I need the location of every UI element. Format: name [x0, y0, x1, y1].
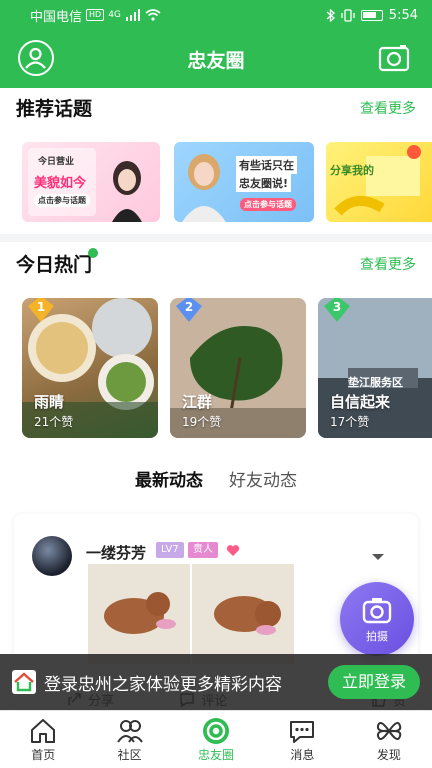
hot-card-3-likes: 17个赞: [330, 415, 370, 429]
app-header: 忠友圈: [0, 30, 432, 88]
signal-label: 4G: [108, 10, 121, 20]
recommended-more-link[interactable]: 查看更多: [360, 98, 416, 118]
recommended-title: 推荐话题: [16, 98, 93, 120]
post-menu-chevron-icon[interactable]: [372, 554, 384, 560]
app-logo-icon: [12, 670, 36, 694]
banner-2-line1: 有些话只在: [236, 156, 297, 174]
shoot-button[interactable]: 拍摄: [340, 582, 414, 656]
hot-card-2-likes: 19个赞: [182, 415, 222, 429]
level-badge: LV7: [156, 542, 184, 558]
community-icon: [116, 720, 143, 743]
home-icon: [31, 719, 56, 743]
banner-1-line1: 今日营业: [38, 157, 75, 167]
circle-icon: [203, 718, 230, 744]
nav-messages[interactable]: 消息: [259, 711, 345, 768]
camera-icon[interactable]: [378, 44, 410, 72]
hot-card-2-name: 江群: [182, 393, 213, 411]
hot-card-2[interactable]: 2 江群 19个赞: [170, 298, 306, 438]
hot-title: 今日热门: [16, 248, 99, 277]
rank-badge-2: 2: [176, 298, 202, 322]
post-username[interactable]: 一缕芬芳: [86, 542, 146, 563]
hot-card-3-name: 自信起来: [330, 393, 391, 411]
banner-1-line2: 美貌如今: [34, 176, 87, 191]
vibrate-icon: [341, 8, 355, 22]
topic-banner-1[interactable]: 今日营业 美貌如今 点击参与话题: [22, 142, 160, 222]
section-divider: [0, 234, 432, 242]
shoot-label: 拍摄: [366, 630, 388, 643]
tab-latest[interactable]: 最新动态: [135, 466, 203, 495]
hot-card-3[interactable]: 垫江服务区 3 自信起来 17个赞: [318, 298, 432, 438]
post-photo-2[interactable]: [192, 564, 294, 664]
nav-community[interactable]: 社区: [86, 711, 172, 768]
camera-icon: [362, 598, 392, 624]
wifi-icon: [145, 9, 161, 21]
nav-circle[interactable]: 忠友圈: [173, 711, 259, 768]
rank-badge-3: 3: [324, 298, 350, 322]
nav-home[interactable]: 首页: [0, 711, 86, 768]
signal-icon: [125, 9, 140, 21]
login-button[interactable]: 立即登录: [327, 665, 420, 699]
bottom-nav: 首页 社区 忠友圈 消息 发现: [0, 710, 432, 768]
login-banner: 登录忠州之家体验更多精彩内容 立即登录: [0, 654, 432, 710]
hot-more-link[interactable]: 查看更多: [360, 254, 416, 274]
banner-3-line1: 分享我的: [330, 164, 374, 177]
bluetooth-icon: [326, 8, 335, 22]
banner-1-cta: 点击参与话题: [34, 194, 90, 207]
discover-icon: [376, 721, 402, 741]
nav-discover[interactable]: 发现: [346, 711, 432, 768]
post-photo-1[interactable]: [88, 564, 190, 664]
page-title: 忠友圈: [187, 49, 245, 72]
login-prompt: 登录忠州之家体验更多精彩内容: [44, 674, 282, 695]
hd-badge: HD: [86, 9, 105, 21]
tag-badge: 贵人: [188, 542, 218, 558]
carrier-name: 中国电信: [30, 9, 83, 25]
topic-banner-3[interactable]: 分享我的: [326, 142, 432, 222]
rank-badge-1: 1: [28, 298, 54, 322]
hot-header: 今日热门 查看更多: [16, 248, 416, 277]
topic-banner-2[interactable]: 有些话只在 忠友圈说! 点击参与话题: [174, 142, 314, 222]
post-avatar[interactable]: [32, 536, 72, 576]
hot-card-3-sign: 垫江服务区: [348, 376, 403, 389]
banner-2-line2: 忠友圈说!: [236, 174, 292, 192]
status-bar: 中国电信 HD 4G 5:54: [0, 0, 432, 30]
hot-card-1[interactable]: 1 雨睛 21个赞: [22, 298, 158, 438]
battery-icon: [360, 9, 383, 21]
tab-friends[interactable]: 好友动态: [229, 466, 297, 491]
avatar-icon[interactable]: [18, 40, 54, 76]
feed-tabs: 最新动态 好友动态: [0, 466, 432, 495]
hot-card-1-likes: 21个赞: [34, 415, 74, 429]
clock: 5:54: [388, 7, 418, 23]
message-icon: [290, 721, 315, 743]
recommended-header: 推荐话题 查看更多: [16, 94, 416, 121]
heart-icon: [226, 545, 240, 556]
banner-2-cta: 点击参与话题: [240, 198, 296, 211]
hot-card-1-name: 雨睛: [34, 393, 65, 411]
